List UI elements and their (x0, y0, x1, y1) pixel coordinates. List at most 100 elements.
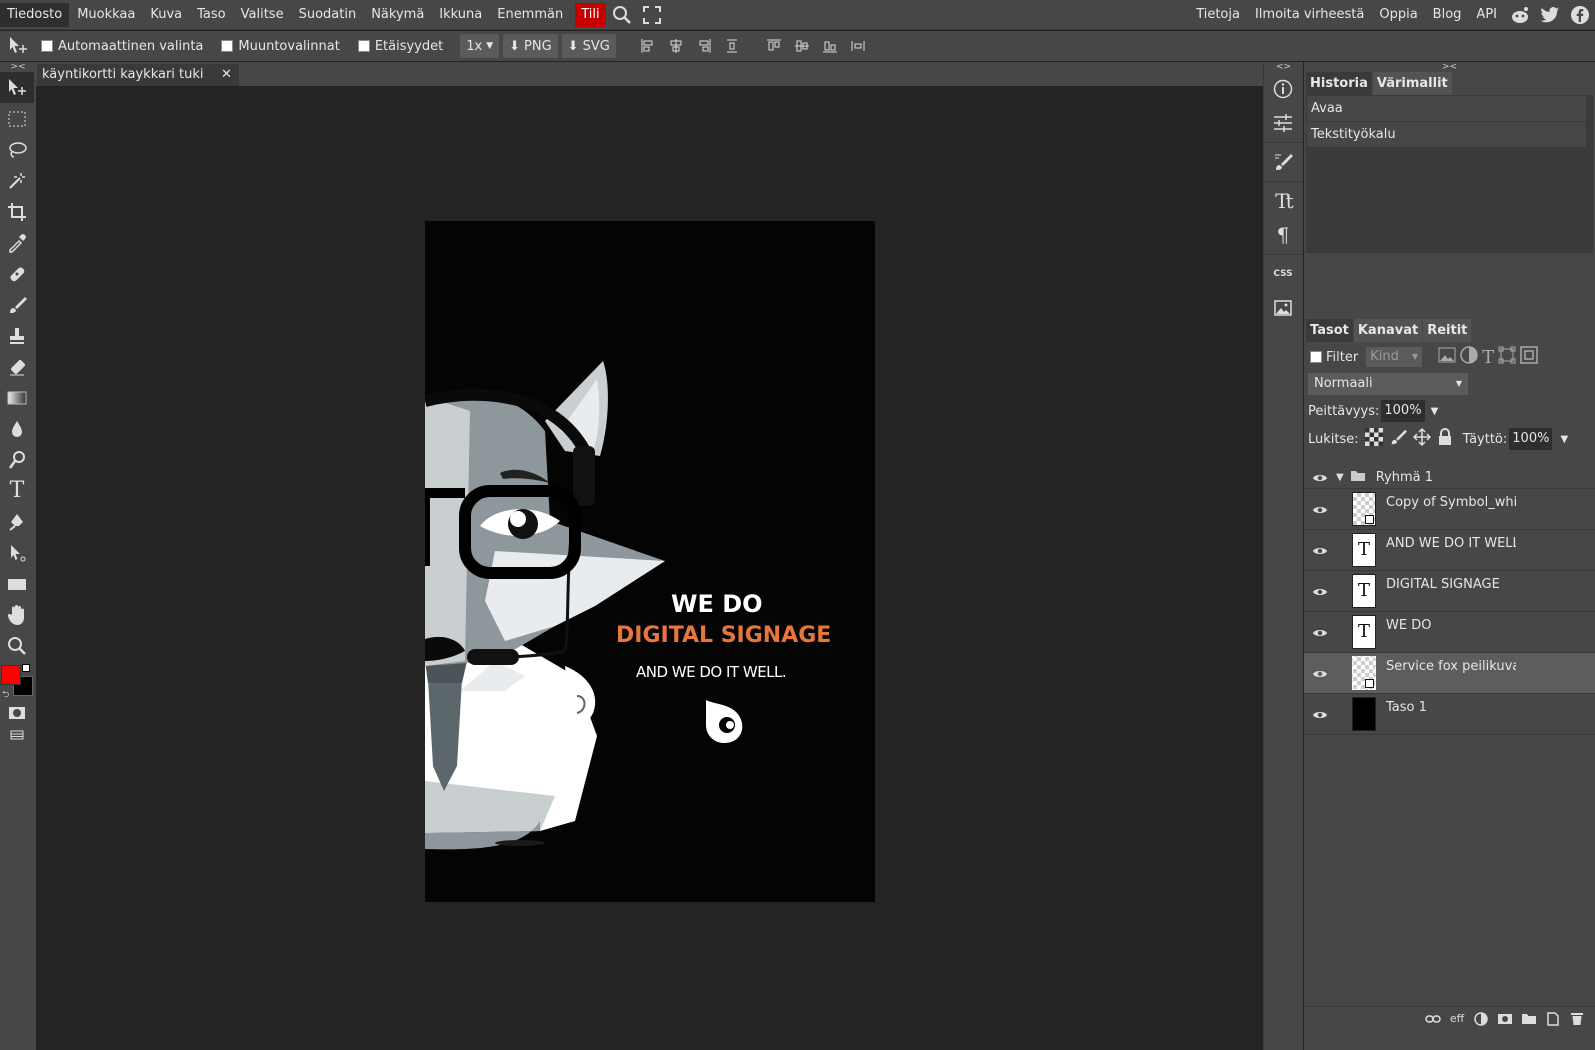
menu-learn[interactable]: Oppia (1372, 3, 1424, 27)
delete-layer-icon[interactable] (1565, 1009, 1589, 1029)
paragraph-icon[interactable]: ¶ (1264, 218, 1302, 252)
tab-paths[interactable]: Reitit (1423, 319, 1472, 342)
zoom-dropdown[interactable]: 1x ▼ (460, 34, 500, 58)
opacity-dropdown-icon[interactable]: ▼ (1431, 406, 1439, 417)
distribute-vertical-icon[interactable] (844, 34, 872, 58)
collapse-toggle-icon[interactable]: >< (0, 62, 36, 72)
text-tool[interactable]: T (0, 475, 34, 506)
tab-layers[interactable]: Tasot (1306, 319, 1353, 342)
close-icon[interactable]: ✕ (221, 64, 233, 86)
document-tab[interactable]: käyntikortti kaykkari tuki ✕ (37, 64, 239, 86)
lock-pixels-icon[interactable] (1389, 428, 1407, 450)
new-layer-icon[interactable] (1541, 1009, 1565, 1029)
dodge-tool[interactable] (0, 444, 34, 475)
collapse-toggle-icon[interactable]: >< (1304, 62, 1595, 72)
menu-window[interactable]: Ikkuna (432, 3, 489, 27)
lock-transparency-icon[interactable] (1364, 428, 1383, 450)
move-tool[interactable] (0, 72, 34, 103)
zoom-tool[interactable] (0, 630, 34, 661)
path-select-tool[interactable] (0, 537, 34, 568)
visibility-eye-icon[interactable] (1304, 530, 1336, 571)
menu-report-bug[interactable]: Ilmoita virheestä (1248, 3, 1371, 27)
filter-smart-object-icon[interactable] (1520, 346, 1538, 368)
pen-tool[interactable] (0, 506, 34, 537)
tab-channels[interactable]: Kanavat (1353, 319, 1423, 342)
auto-select-checkbox[interactable]: Automaattinen valinta (41, 39, 203, 54)
twitter-icon[interactable] (1535, 3, 1565, 27)
expand-arrow-icon[interactable]: ▼ (1336, 472, 1344, 483)
search-icon[interactable] (607, 3, 637, 27)
eraser-tool[interactable] (0, 351, 34, 382)
swap-colors-icon[interactable]: ⮌ (2, 687, 9, 703)
menu-api[interactable]: API (1469, 3, 1504, 27)
align-left-icon[interactable] (634, 34, 662, 58)
menu-select[interactable]: Valitse (234, 3, 291, 27)
gradient-tool[interactable] (0, 382, 34, 413)
magic-wand-tool[interactable] (0, 165, 34, 196)
menu-layer[interactable]: Taso (190, 3, 232, 27)
adjustments-icon[interactable] (1264, 106, 1302, 140)
layer-row[interactable]: T DIGITAL SIGNAGE (1304, 571, 1595, 612)
fullscreen-icon[interactable] (637, 3, 667, 27)
screen-mode-icon[interactable] (0, 725, 34, 745)
filter-adjustment-icon[interactable] (1460, 346, 1478, 368)
marquee-tool[interactable] (0, 103, 34, 134)
document-canvas[interactable]: WE DO DIGITAL SIGNAGE AND WE DO IT WELL. (425, 221, 875, 902)
fill-dropdown-icon[interactable]: ▼ (1560, 434, 1568, 445)
layer-row[interactable]: Copy of Symbol_white (1304, 489, 1595, 530)
menu-about[interactable]: Tietoja (1189, 3, 1247, 27)
opacity-input[interactable]: 100% (1381, 400, 1425, 422)
transform-controls-checkbox[interactable]: Muuntovalinnat (221, 39, 340, 54)
eyedropper-tool[interactable] (0, 227, 34, 258)
hand-tool[interactable] (0, 599, 34, 630)
layer-effects-button[interactable]: eff (1445, 1009, 1469, 1029)
visibility-eye-icon[interactable] (1304, 694, 1336, 735)
filter-shape-icon[interactable] (1498, 346, 1516, 368)
align-middle-icon[interactable] (788, 34, 816, 58)
default-colors-icon[interactable] (22, 664, 30, 672)
export-png-button[interactable]: ⬇ PNG (503, 34, 558, 58)
menu-file[interactable]: Tiedosto (0, 2, 70, 27)
facebook-icon[interactable] (1565, 3, 1595, 27)
tab-history[interactable]: Historia (1306, 72, 1372, 95)
menu-blog[interactable]: Blog (1426, 3, 1469, 27)
clone-stamp-tool[interactable] (0, 320, 34, 351)
menu-filter[interactable]: Suodatin (292, 3, 364, 27)
info-icon[interactable] (1264, 72, 1302, 106)
history-entry[interactable]: Tekstityökalu (1307, 122, 1586, 148)
link-layers-icon[interactable] (1421, 1009, 1445, 1029)
layer-row[interactable]: Service fox peilikuva l (1304, 653, 1595, 694)
layer-group-row[interactable]: ▼ Ryhmä 1 (1304, 467, 1595, 489)
image-icon[interactable] (1264, 291, 1302, 325)
character-icon[interactable]: Tt (1264, 184, 1302, 218)
visibility-eye-icon[interactable] (1304, 571, 1336, 612)
lock-all-icon[interactable] (1437, 428, 1453, 450)
align-top-icon[interactable] (760, 34, 788, 58)
menu-edit[interactable]: Muokkaa (70, 3, 142, 27)
layer-row[interactable]: Taso 1 (1304, 694, 1595, 735)
filter-image-icon[interactable] (1438, 347, 1456, 367)
color-swatches[interactable]: ⮌ (0, 661, 36, 701)
menu-view[interactable]: Näkymä (364, 3, 431, 27)
fill-input[interactable]: 100% (1509, 428, 1553, 450)
kind-dropdown[interactable]: Kind ▼ (1366, 347, 1423, 367)
crop-tool[interactable] (0, 196, 34, 227)
distribute-horizontal-icon[interactable] (718, 34, 746, 58)
menu-image[interactable]: Kuva (143, 3, 189, 27)
layer-mask-icon[interactable] (1493, 1009, 1517, 1029)
lock-position-icon[interactable] (1412, 427, 1431, 450)
brush-settings-icon[interactable] (1264, 145, 1302, 179)
brush-tool[interactable] (0, 289, 34, 320)
blur-tool[interactable] (0, 413, 34, 444)
visibility-eye-icon[interactable] (1304, 653, 1336, 694)
menu-more[interactable]: Enemmän (490, 3, 570, 27)
shape-tool[interactable] (0, 568, 34, 599)
filter-checkbox[interactable] (1310, 351, 1322, 363)
blend-mode-dropdown[interactable]: Normaali ▼ (1308, 373, 1468, 395)
distances-checkbox[interactable]: Etäisyydet (357, 39, 443, 54)
align-bottom-icon[interactable] (816, 34, 844, 58)
align-center-icon[interactable] (662, 34, 690, 58)
reddit-icon[interactable] (1505, 3, 1535, 27)
healing-brush-tool[interactable] (0, 258, 34, 289)
filter-text-icon[interactable]: T (1482, 347, 1494, 368)
